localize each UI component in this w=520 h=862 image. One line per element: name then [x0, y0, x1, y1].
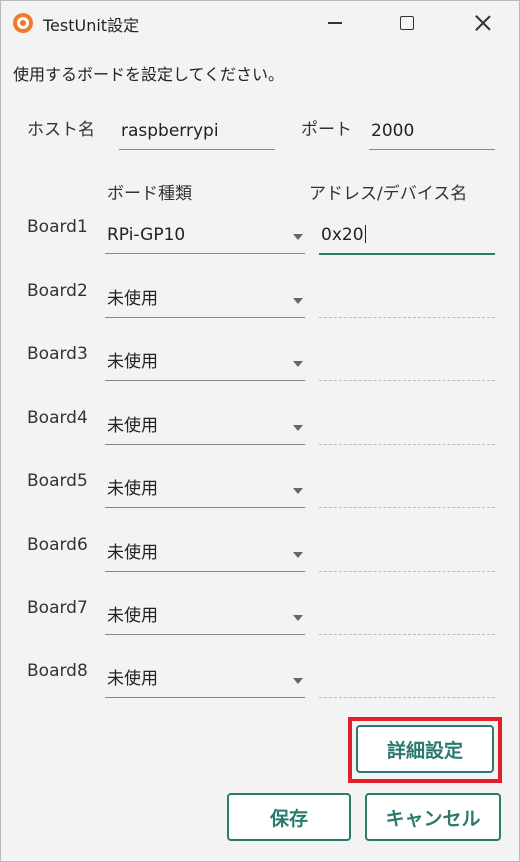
dropdown-arrow-icon — [293, 488, 303, 494]
port-value: 2000 — [371, 121, 415, 141]
address-input — [319, 410, 495, 445]
dropdown-arrow-icon — [293, 234, 303, 240]
close-icon — [475, 15, 491, 31]
board-label: Board7 — [27, 598, 88, 618]
instruction-text: 使用するボードを設定してください。 — [13, 65, 285, 84]
address-input — [319, 663, 495, 698]
address-input[interactable]: 0x20 — [319, 219, 495, 255]
minimize-icon — [328, 22, 342, 24]
address-input — [319, 600, 495, 635]
save-button[interactable]: 保存 — [227, 793, 351, 841]
board-type-select[interactable]: RPi-GP10 — [105, 219, 305, 254]
board-type-value: 未使用 — [107, 352, 158, 372]
board-type-select[interactable]: 未使用 — [105, 537, 305, 572]
window-title: TestUnit設定 — [43, 16, 140, 35]
host-label: ホスト名 — [27, 120, 95, 140]
board-type-select[interactable]: 未使用 — [105, 283, 305, 318]
maximize-icon — [400, 16, 414, 30]
board-label: Board3 — [27, 344, 88, 364]
board-type-value: 未使用 — [107, 543, 158, 563]
board-type-select[interactable]: 未使用 — [105, 600, 305, 635]
title-bar[interactable]: TestUnit設定 — [1, 1, 519, 45]
maximize-button[interactable] — [371, 1, 443, 45]
board-type-value: 未使用 — [107, 416, 158, 436]
dropdown-arrow-icon — [293, 678, 303, 684]
text-cursor — [364, 225, 366, 243]
settings-window: TestUnit設定 使用するボードを設定してください。 ホスト名 raspbe… — [0, 0, 520, 862]
board-type-value: 未使用 — [107, 479, 158, 499]
board-label: Board8 — [27, 661, 88, 681]
dropdown-arrow-icon — [293, 425, 303, 431]
dropdown-arrow-icon — [293, 298, 303, 304]
address-input — [319, 283, 495, 318]
host-input[interactable]: raspberrypi — [119, 109, 275, 150]
board-type-value: RPi-GP10 — [107, 225, 186, 245]
dropdown-arrow-icon — [293, 361, 303, 367]
board-label: Board2 — [27, 281, 88, 301]
board-label: Board5 — [27, 471, 88, 491]
port-label: ポート — [301, 120, 352, 140]
close-button[interactable] — [447, 1, 519, 45]
advanced-settings-button[interactable]: 詳細設定 — [356, 725, 494, 773]
board-type-select[interactable]: 未使用 — [105, 473, 305, 508]
board-label: Board1 — [27, 217, 88, 237]
board-type-value: 未使用 — [107, 669, 158, 689]
dropdown-arrow-icon — [293, 615, 303, 621]
board-type-select[interactable]: 未使用 — [105, 663, 305, 698]
port-input[interactable]: 2000 — [369, 109, 495, 150]
minimize-button[interactable] — [299, 1, 371, 45]
board-type-value: 未使用 — [107, 606, 158, 626]
address-input — [319, 473, 495, 508]
app-icon — [13, 13, 33, 33]
address-value: 0x20 — [321, 225, 366, 245]
address-header: アドレス/デバイス名 — [309, 184, 468, 204]
board-type-header: ボード種類 — [107, 184, 192, 204]
board-label: Board6 — [27, 535, 88, 555]
address-input — [319, 537, 495, 572]
board-type-select[interactable]: 未使用 — [105, 346, 305, 381]
host-value: raspberrypi — [121, 121, 219, 141]
board-label: Board4 — [27, 408, 88, 428]
dropdown-arrow-icon — [293, 552, 303, 558]
board-type-value: 未使用 — [107, 289, 158, 309]
cancel-button[interactable]: キャンセル — [365, 793, 501, 841]
address-input — [319, 346, 495, 381]
board-type-select[interactable]: 未使用 — [105, 410, 305, 445]
